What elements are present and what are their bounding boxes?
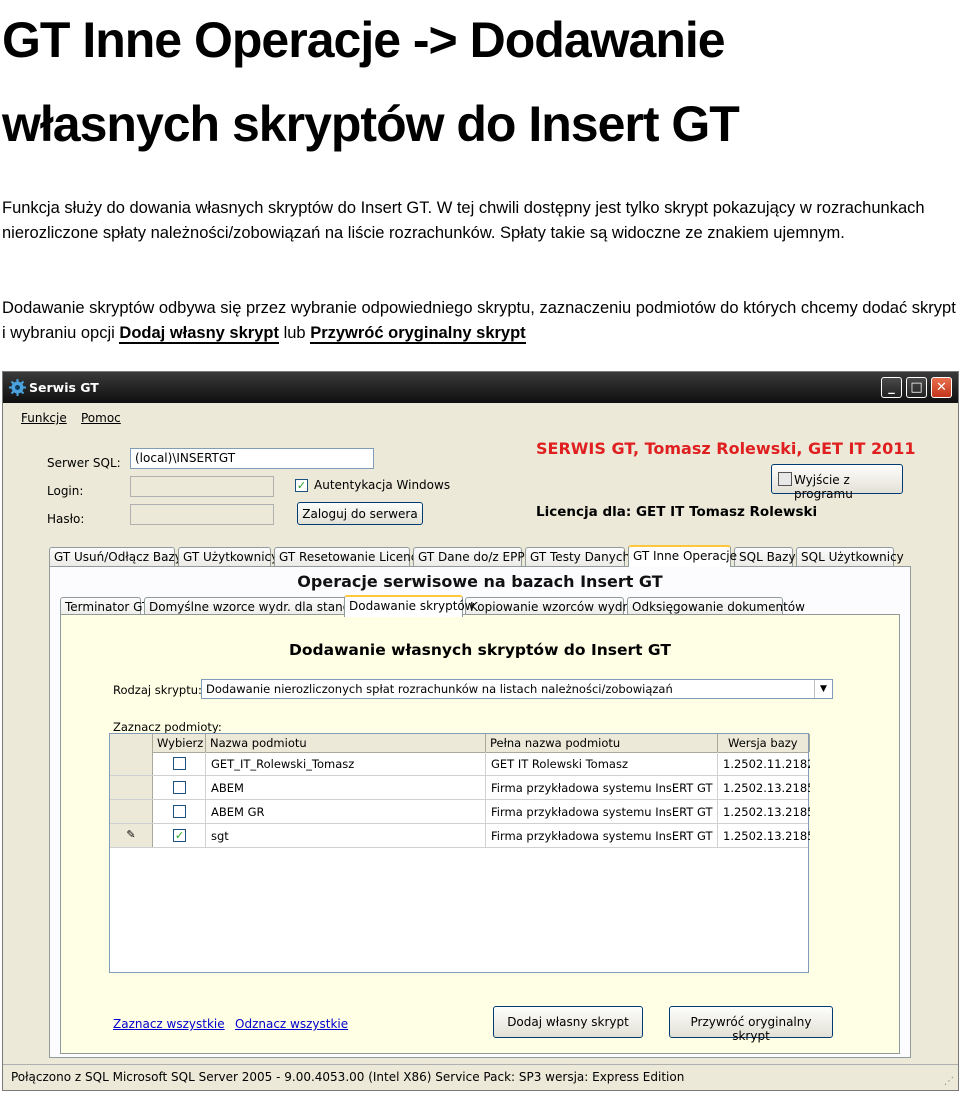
login-input[interactable] <box>130 476 274 497</box>
add-script-button[interactable]: Dodaj własny skrypt <box>493 1006 643 1038</box>
maximize-button[interactable]: □ <box>906 377 927 398</box>
inne-operacje-panel: Operacje serwisowe na bazach Insert GT T… <box>49 566 911 1058</box>
header-pelna-nazwa[interactable]: Pełna nazwa podmiotu <box>486 734 718 752</box>
tab-gt-resetowanie-licencji[interactable]: GT Resetowanie Licencji <box>274 547 424 566</box>
header-wybierz[interactable]: Wybierz <box>153 734 206 752</box>
header-nazwa-podmiotu[interactable]: Nazwa podmiotu <box>206 734 486 752</box>
tab-gt-inne-operacje[interactable]: GT Inne Operacje <box>628 545 737 567</box>
cell-full-name: Firma przykładowa systemu InsERT GT <box>486 776 718 799</box>
app-gear-icon <box>9 379 26 396</box>
document-title: GT Inne Operacje -> Dodawanie własnych s… <box>2 12 740 152</box>
row-checkbox[interactable] <box>173 805 186 818</box>
select-cell <box>153 776 206 799</box>
select-cell <box>153 800 206 823</box>
select-cell: ✓ <box>153 824 206 847</box>
tab-sql-bazy[interactable]: SQL Bazy <box>734 547 796 566</box>
row-checkbox[interactable]: ✓ <box>173 829 186 842</box>
option-restore-script: Przywróć oryginalny skrypt <box>310 324 526 344</box>
server-label: Serwer SQL: <box>47 456 121 470</box>
cell-name: GET_IT_Rolewski_Tomasz <box>206 752 486 775</box>
instructions-or: lub <box>283 324 306 342</box>
row-header[interactable] <box>110 752 153 775</box>
select-all-link[interactable]: Zaznacz wszystkie <box>113 1017 225 1031</box>
panel-title: Operacje serwisowe na bazach Insert GT <box>297 572 663 591</box>
exit-button-label: Wyjście z programu <box>794 473 853 501</box>
cell-name: ABEM GR <box>206 800 486 823</box>
script-type-label: Rodzaj skryptu: <box>113 683 202 697</box>
close-button[interactable]: ✕ <box>931 377 952 398</box>
status-text: Połączono z SQL Microsoft SQL Server 200… <box>11 1070 685 1084</box>
grid-corner <box>110 734 153 752</box>
window-title: Serwis GT <box>29 380 99 395</box>
license-text: Licencja dla: GET IT Tomasz Rolewski <box>536 504 818 520</box>
instructions-paragraph: Dodawanie skryptów odbywa się przez wybr… <box>2 296 958 346</box>
cell-full-name: GET IT Rolewski Tomasz <box>486 752 718 775</box>
row-checkbox[interactable] <box>173 781 186 794</box>
tab-gt-usun-odlacz-bazy[interactable]: GT Usuń/Odłącz Bazy <box>49 547 182 566</box>
password-label: Hasło: <box>47 512 85 526</box>
title-bar[interactable]: Serwis GT _ □ ✕ <box>3 372 958 403</box>
row-header[interactable] <box>110 776 153 799</box>
table-row[interactable]: ABEM Firma przykładowa systemu InsERT GT… <box>110 776 810 800</box>
row-checkbox[interactable] <box>173 757 186 770</box>
app-header-title: SERWIS GT, Tomasz Rolewski, GET IT 2011 <box>536 439 916 458</box>
select-cell <box>153 752 206 775</box>
cell-version: 1.2502.13.2185 <box>723 829 810 843</box>
option-add-script: Dodaj własny skrypt <box>119 324 279 344</box>
login-label: Login: <box>47 484 84 498</box>
windows-auth-checkbox[interactable]: ✓ <box>295 479 308 492</box>
server-input[interactable]: (local)\INSERTGT <box>130 448 374 469</box>
table-row[interactable]: ABEM GR Firma przykładowa systemu InsERT… <box>110 800 810 824</box>
tab-gt-dane-epp[interactable]: GT Dane do/z EPP <box>413 547 525 566</box>
exit-icon <box>778 472 792 486</box>
script-type-select[interactable]: Dodawanie nierozliczonych spłat rozrachu… <box>201 679 833 699</box>
login-button[interactable]: Zaloguj do serwera <box>297 502 423 525</box>
resize-grip-icon[interactable]: ⋰ <box>944 1076 954 1087</box>
tab-gt-uzytkownicy[interactable]: GT Użytkownicy <box>178 547 278 566</box>
status-bar: Połączono z SQL Microsoft SQL Server 200… <box>3 1064 958 1091</box>
chevron-down-icon[interactable]: ▼ <box>814 680 832 698</box>
cell-name: sgt <box>206 824 486 847</box>
dodawanie-skryptow-panel: Dodawanie własnych skryptów do Insert GT… <box>60 614 900 1054</box>
table-row[interactable]: GET_IT_Rolewski_Tomasz GET IT Rolewski T… <box>110 752 810 776</box>
section-title: Dodawanie własnych skryptów do Insert GT <box>289 641 671 659</box>
header-wersja-bazy[interactable]: Wersja bazy <box>718 734 810 752</box>
tab-gt-testy-danych[interactable]: GT Testy Danych <box>525 547 630 566</box>
pencil-icon[interactable]: ✎ <box>110 824 153 847</box>
tab-sql-uzytkownicy[interactable]: SQL Użytkownicy <box>796 547 904 566</box>
menu-pomoc[interactable]: Pomoc <box>81 411 121 425</box>
cell-version: 1.2502.11.2182 <box>723 757 810 771</box>
subtab-dodawanie-skryptow[interactable]: Dodawanie skryptów <box>344 595 475 617</box>
entities-label: Zaznacz podmioty: <box>113 720 222 734</box>
cell-version: 1.2502.13.2185 <box>723 781 810 795</box>
row-header[interactable] <box>110 800 153 823</box>
grid-header: Wybierz Nazwa podmiotu Pełna nazwa podmi… <box>110 734 810 753</box>
cell-full-name: Firma przykładowa systemu InsERT GT <box>486 800 718 823</box>
cell-version: 1.2502.13.2185 <box>723 805 810 819</box>
minimize-button[interactable]: _ <box>881 377 902 398</box>
deselect-all-link[interactable]: Odznacz wszystkie <box>235 1017 348 1031</box>
cell-full-name: Firma przykładowa systemu InsERT GT <box>486 824 718 847</box>
exit-button[interactable]: Wyjście z programu <box>771 464 903 501</box>
script-type-value: Dodawanie nierozliczonych spłat rozrachu… <box>206 682 673 696</box>
entities-grid: Wybierz Nazwa podmiotu Pełna nazwa podmi… <box>109 733 810 973</box>
table-row[interactable]: ✎ ✓ sgt Firma przykładowa systemu InsERT… <box>110 824 810 848</box>
cell-name: ABEM <box>206 776 486 799</box>
menu-funkcje[interactable]: Funkcje <box>21 411 67 425</box>
restore-script-button[interactable]: Przywróć oryginalny skrypt <box>669 1006 833 1043</box>
menu-bar: Funkcje Pomoc <box>3 403 958 431</box>
windows-auth-label: Autentykacja Windows <box>314 478 451 492</box>
password-input[interactable] <box>130 504 274 525</box>
description-paragraph: Funkcja służy do dowania własnych skrypt… <box>2 199 925 242</box>
serwis-gt-window: Serwis GT _ □ ✕ Funkcje Pomoc Serwer SQL… <box>2 371 959 1091</box>
